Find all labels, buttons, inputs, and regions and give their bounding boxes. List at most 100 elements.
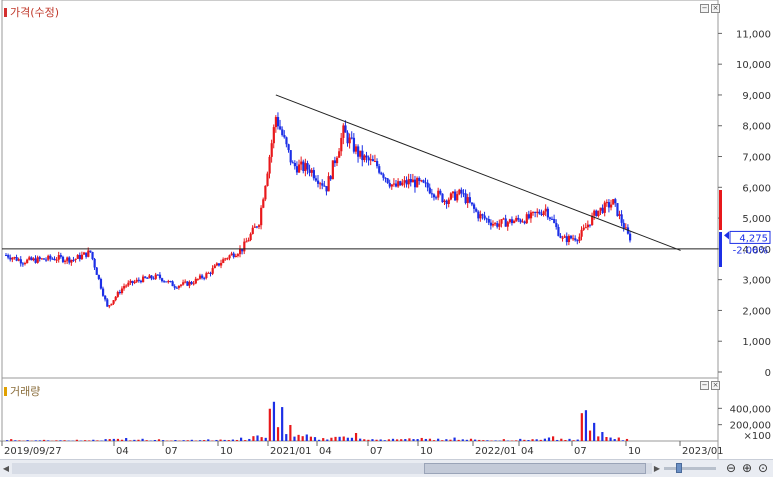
down-candle — [365, 156, 367, 158]
down-candle — [321, 183, 323, 185]
up-candle — [113, 300, 115, 304]
down-candle — [376, 161, 378, 166]
up-candle — [235, 256, 237, 257]
volume-unit-label: ×100 — [744, 431, 771, 442]
stock-chart[interactable]: 11,00010,0009,0008,0007,0006,0005,0004,0… — [0, 0, 773, 476]
down-candle — [460, 190, 462, 194]
down-candle — [418, 178, 420, 181]
volume-bar — [306, 434, 308, 441]
down-candle — [353, 138, 355, 152]
up-candle — [195, 279, 197, 284]
down-candle — [60, 255, 62, 257]
down-candle — [475, 209, 477, 212]
up-candle — [564, 236, 566, 238]
volume-bar — [154, 440, 156, 441]
x-axis-label: 04 — [521, 446, 534, 457]
down-candle — [557, 227, 559, 236]
up-candle — [24, 263, 26, 264]
close-icon[interactable]: × — [711, 4, 720, 13]
zoom-out-icon[interactable]: ⊖ — [724, 461, 738, 475]
volume-bar — [285, 434, 287, 441]
scroll-thumb[interactable] — [424, 463, 646, 474]
volume-bar — [215, 440, 217, 441]
volume-bar — [371, 439, 373, 441]
volume-bar — [417, 439, 419, 441]
down-candle — [621, 214, 623, 223]
volume-bar — [536, 439, 538, 441]
down-candle — [347, 133, 349, 144]
up-candle — [503, 218, 505, 219]
up-candle — [545, 209, 547, 212]
volume-bar — [187, 440, 189, 441]
down-candle — [7, 255, 9, 257]
up-candle — [188, 282, 190, 286]
down-candle — [16, 257, 18, 261]
scroll-right-icon[interactable]: ▶ — [652, 463, 662, 474]
down-candle — [496, 223, 498, 227]
down-candle — [623, 223, 625, 228]
price-axis-label: 3,000 — [742, 276, 771, 287]
down-candle — [425, 182, 427, 183]
up-candle — [273, 127, 275, 143]
x-axis-label: 2023/01 — [682, 446, 724, 457]
up-candle — [355, 146, 357, 151]
up-candle — [77, 255, 79, 259]
up-candle — [127, 283, 129, 286]
up-candle — [543, 211, 545, 215]
down-candle — [505, 218, 507, 226]
down-candle — [302, 162, 304, 171]
volume-bar — [343, 437, 345, 441]
down-candle — [454, 192, 456, 201]
down-candle — [429, 188, 431, 194]
volume-bar — [183, 440, 185, 441]
zoom-slider-knob[interactable] — [676, 463, 682, 473]
up-candle — [304, 163, 306, 171]
up-candle — [403, 180, 405, 182]
up-candle — [342, 125, 344, 138]
up-candle — [521, 221, 523, 222]
down-candle — [292, 162, 294, 163]
price-axis-label: 5,000 — [742, 214, 771, 225]
volume-bar — [248, 439, 250, 441]
volume-bar — [540, 440, 542, 441]
price-pane-title: 가격(수정) — [4, 4, 59, 20]
volume-bar — [236, 440, 238, 441]
up-candle — [70, 260, 72, 263]
down-candle — [427, 183, 429, 188]
up-candle — [604, 203, 606, 213]
zoom-slider[interactable] — [664, 467, 716, 470]
scroll-left-icon[interactable]: ◀ — [1, 463, 11, 474]
volume-bar — [326, 439, 328, 441]
up-candle — [148, 276, 150, 279]
volume-bar — [408, 438, 410, 441]
up-candle — [228, 255, 230, 258]
down-candle — [102, 289, 104, 296]
down-candle — [553, 219, 555, 223]
down-candle — [629, 234, 631, 241]
down-candle — [39, 257, 41, 259]
down-candle — [330, 176, 332, 179]
volume-bar — [404, 439, 406, 441]
close-icon[interactable]: × — [711, 381, 720, 390]
volume-bar — [199, 440, 201, 441]
up-candle — [13, 257, 15, 258]
up-candle — [18, 259, 20, 260]
minimize-icon[interactable]: − — [700, 4, 709, 13]
volume-bar — [121, 440, 123, 441]
zoom-in-icon[interactable]: ⊕ — [740, 461, 754, 475]
volume-bar — [470, 439, 472, 441]
down-candle — [165, 281, 167, 282]
up-candle — [452, 192, 454, 194]
minimize-icon[interactable]: − — [700, 381, 709, 390]
timeline-scrollbar[interactable]: ◀ ▶ ⊖ ⊕ ⊙ — [0, 459, 773, 477]
up-candle — [222, 259, 224, 263]
up-candle — [250, 234, 252, 240]
zoom-reset-icon[interactable]: ⊙ — [756, 461, 770, 475]
price-axis-label: 6,000 — [742, 183, 771, 194]
x-axis-label: 07 — [165, 446, 178, 457]
price-series-marker — [4, 8, 7, 17]
x-axis-label: 04 — [116, 446, 129, 457]
down-candle — [201, 276, 203, 278]
down-candle — [146, 278, 148, 279]
down-candle — [410, 179, 412, 182]
